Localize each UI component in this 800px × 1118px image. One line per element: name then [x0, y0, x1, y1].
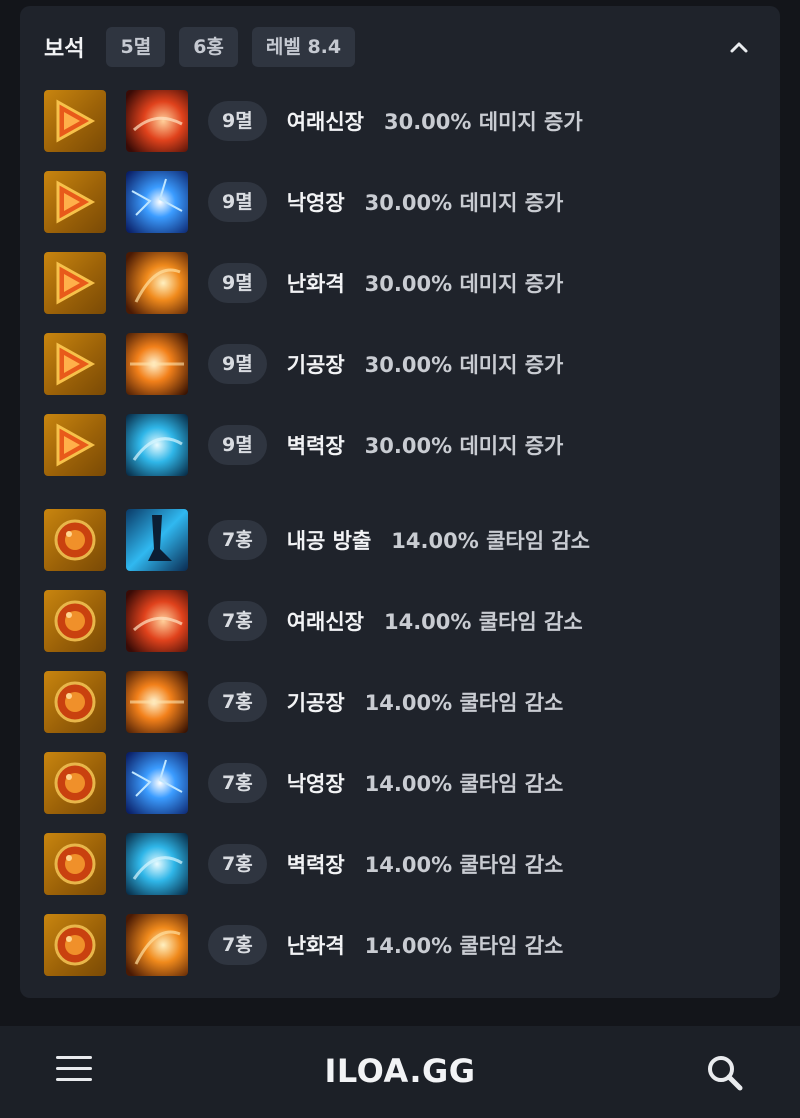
- gems-panel: 보석 5멸 6홍 레벨 8.4 9멸 여래신장 30.00% 데미지 증가 9멸…: [20, 6, 780, 998]
- skill-name: 낙영장: [286, 191, 345, 215]
- gem-row[interactable]: 9멸 여래신장 30.00% 데미지 증가: [44, 90, 583, 152]
- gem-level-badge: 7홍: [208, 682, 267, 722]
- skill-name: 난화격: [286, 272, 345, 296]
- gem-effect: 14.00% 쿨타임 감소: [391, 529, 590, 553]
- gem-level-badge: 9멸: [208, 182, 267, 222]
- gem-effect: 14.00% 쿨타임 감소: [364, 853, 564, 877]
- gem-effect: 14.00% 쿨타임 감소: [364, 934, 564, 958]
- bottom-navigation: ILOA.GG: [0, 1026, 800, 1118]
- skill-name: 기공장: [286, 691, 345, 715]
- gem-effect: 30.00% 데미지 증가: [364, 272, 564, 296]
- gem-level-badge: 7홍: [208, 601, 267, 641]
- destruction-gem-icon: [44, 414, 106, 476]
- skill-blue-icon: [126, 171, 188, 233]
- gem-level-badge: 7홍: [208, 844, 267, 884]
- gem-effect: 30.00% 데미지 증가: [383, 110, 583, 134]
- skill-name: 낙영장: [286, 772, 345, 796]
- skill-orange-icon: [126, 252, 188, 314]
- collapse-button[interactable]: [722, 30, 756, 64]
- gem-level-badge: 9멸: [208, 101, 267, 141]
- gem-effect: 30.00% 데미지 증가: [364, 353, 564, 377]
- chip-destruction-count: 5멸: [106, 27, 166, 67]
- gem-row[interactable]: 7홍 벽력장 14.00% 쿨타임 감소: [44, 833, 563, 895]
- gem-effect: 30.00% 데미지 증가: [364, 191, 564, 215]
- skill-cyan-icon: [126, 833, 188, 895]
- skill-cyan-icon: [126, 509, 188, 571]
- skill-name: 내공 방출: [286, 529, 372, 553]
- skill-name: 여래신장: [286, 610, 364, 634]
- gem-level-badge: 7홍: [208, 763, 267, 803]
- gem-level-badge: 9멸: [208, 344, 267, 384]
- chip-cooldown-count: 6홍: [179, 27, 238, 67]
- gem-level-badge: 9멸: [208, 263, 267, 303]
- skill-red-icon: [126, 90, 188, 152]
- gem-row[interactable]: 7홍 낙영장 14.00% 쿨타임 감소: [44, 752, 563, 814]
- cooldown-gem-icon: [44, 914, 106, 976]
- skill-name: 기공장: [286, 353, 345, 377]
- gem-level-badge: 9멸: [208, 425, 267, 465]
- skill-name: 여래신장: [286, 110, 364, 134]
- gem-row[interactable]: 9멸 낙영장 30.00% 데미지 증가: [44, 171, 563, 233]
- cooldown-gem-icon: [44, 590, 106, 652]
- section-title: 보석: [44, 37, 85, 62]
- gem-level-badge: 7홍: [208, 520, 267, 560]
- search-icon[interactable]: [706, 1054, 744, 1092]
- cooldown-gem-icon: [44, 509, 106, 571]
- gem-row[interactable]: 7홍 내공 방출 14.00% 쿨타임 감소: [44, 509, 590, 571]
- gem-effect: 30.00% 데미지 증가: [364, 434, 564, 458]
- chip-average-level: 레벨 8.4: [251, 27, 356, 67]
- skill-name: 벽력장: [286, 853, 345, 877]
- skill-red-icon: [126, 590, 188, 652]
- skill-blue-icon: [126, 752, 188, 814]
- gem-row[interactable]: 9멸 기공장 30.00% 데미지 증가: [44, 333, 563, 395]
- destruction-gem-icon: [44, 171, 106, 233]
- gem-effect: 14.00% 쿨타임 감소: [364, 772, 564, 796]
- destruction-gem-icon: [44, 333, 106, 395]
- cooldown-gem-icon: [44, 752, 106, 814]
- gem-row[interactable]: 7홍 난화격 14.00% 쿨타임 감소: [44, 914, 563, 976]
- chevron-up-icon: [730, 42, 748, 53]
- cooldown-gem-icon: [44, 833, 106, 895]
- gem-level-badge: 7홍: [208, 925, 267, 965]
- gem-effect: 14.00% 쿨타임 감소: [383, 610, 583, 634]
- gem-effect: 14.00% 쿨타임 감소: [364, 691, 564, 715]
- skill-name: 난화격: [286, 934, 345, 958]
- skill-cyan-icon: [126, 414, 188, 476]
- gem-row[interactable]: 7홍 여래신장 14.00% 쿨타임 감소: [44, 590, 583, 652]
- cooldown-gem-icon: [44, 671, 106, 733]
- destruction-gem-icon: [44, 252, 106, 314]
- gem-row[interactable]: 9멸 벽력장 30.00% 데미지 증가: [44, 414, 563, 476]
- skill-orange-icon: [126, 671, 188, 733]
- skill-orange-icon: [126, 914, 188, 976]
- gem-row[interactable]: 9멸 난화격 30.00% 데미지 증가: [44, 252, 563, 314]
- gems-header: 보석 5멸 6홍 레벨 8.4: [44, 27, 369, 67]
- gem-row[interactable]: 7홍 기공장 14.00% 쿨타임 감소: [44, 671, 563, 733]
- site-logo[interactable]: ILOA.GG: [0, 1052, 800, 1090]
- destruction-gem-icon: [44, 90, 106, 152]
- skill-orange-icon: [126, 333, 188, 395]
- skill-name: 벽력장: [286, 434, 345, 458]
